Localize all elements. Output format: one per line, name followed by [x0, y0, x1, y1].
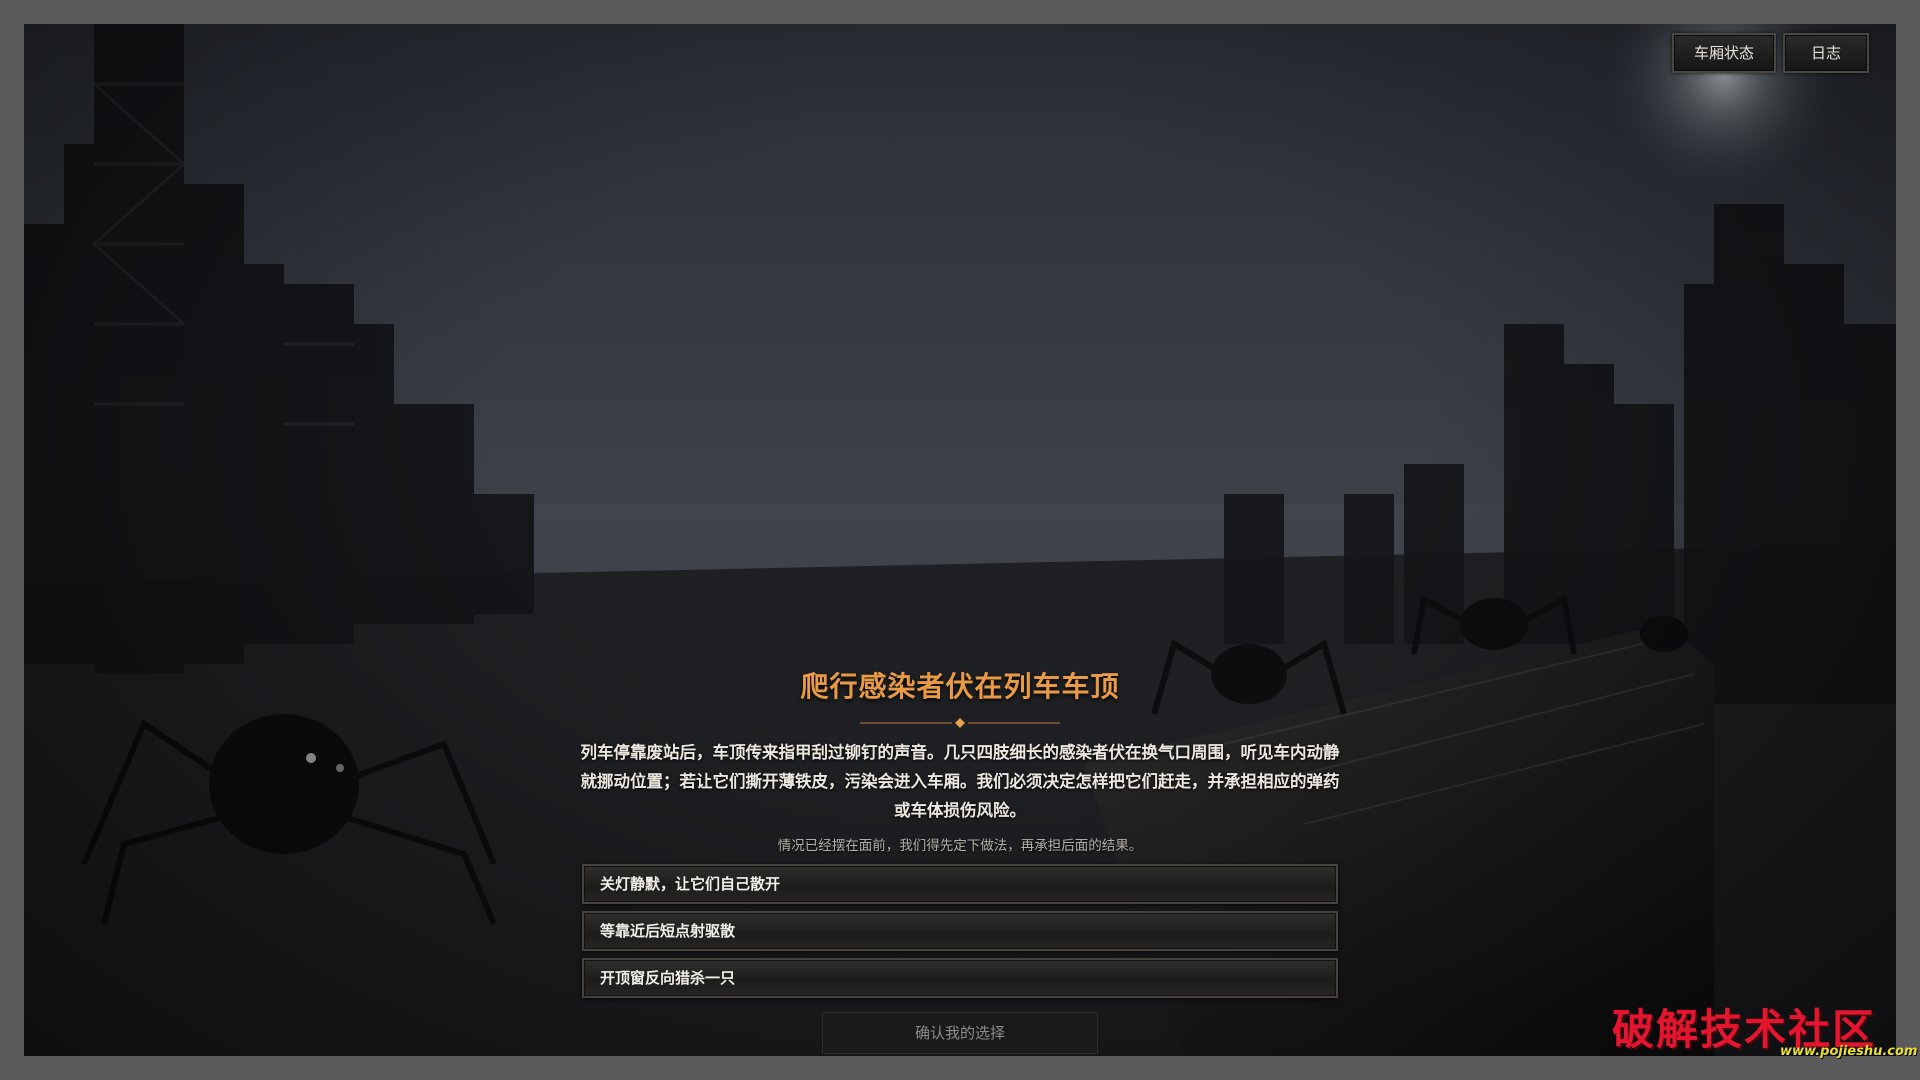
carriage-status-button[interactable]: 车厢状态	[1672, 33, 1776, 73]
confirm-choice-button[interactable]: 确认我的选择	[822, 1012, 1098, 1054]
event-title: 爬行感染者伏在列车车顶	[800, 670, 1120, 703]
event-hint: 情况已经摆在面前，我们得先定下做法，再承担后面的结果。	[777, 838, 1143, 854]
event-description: 列车停靠废站后，车顶传来指甲刮过铆钉的声音。几只四肢细长的感染者伏在换气口周围，…	[580, 743, 1340, 820]
choice-option-burst-fire[interactable]: 等靠近后短点射驱散	[582, 911, 1338, 951]
log-button[interactable]: 日志	[1783, 33, 1869, 73]
title-divider	[860, 718, 1060, 728]
watermark-url: www.pojieshu.com	[1780, 1044, 1918, 1059]
choice-option-silence[interactable]: 关灯静默，让它们自己散开	[582, 864, 1338, 904]
game-viewport: 车厢状态 日志 爬行感染者伏在列车车顶 列车停靠废站后，车顶传来指甲刮过铆钉的声…	[24, 24, 1896, 1056]
choice-option-hunt[interactable]: 开顶窗反向猎杀一只	[582, 958, 1338, 998]
watermark-logo: 破解技术社区 www.pojieshu.com	[1612, 996, 1917, 1066]
